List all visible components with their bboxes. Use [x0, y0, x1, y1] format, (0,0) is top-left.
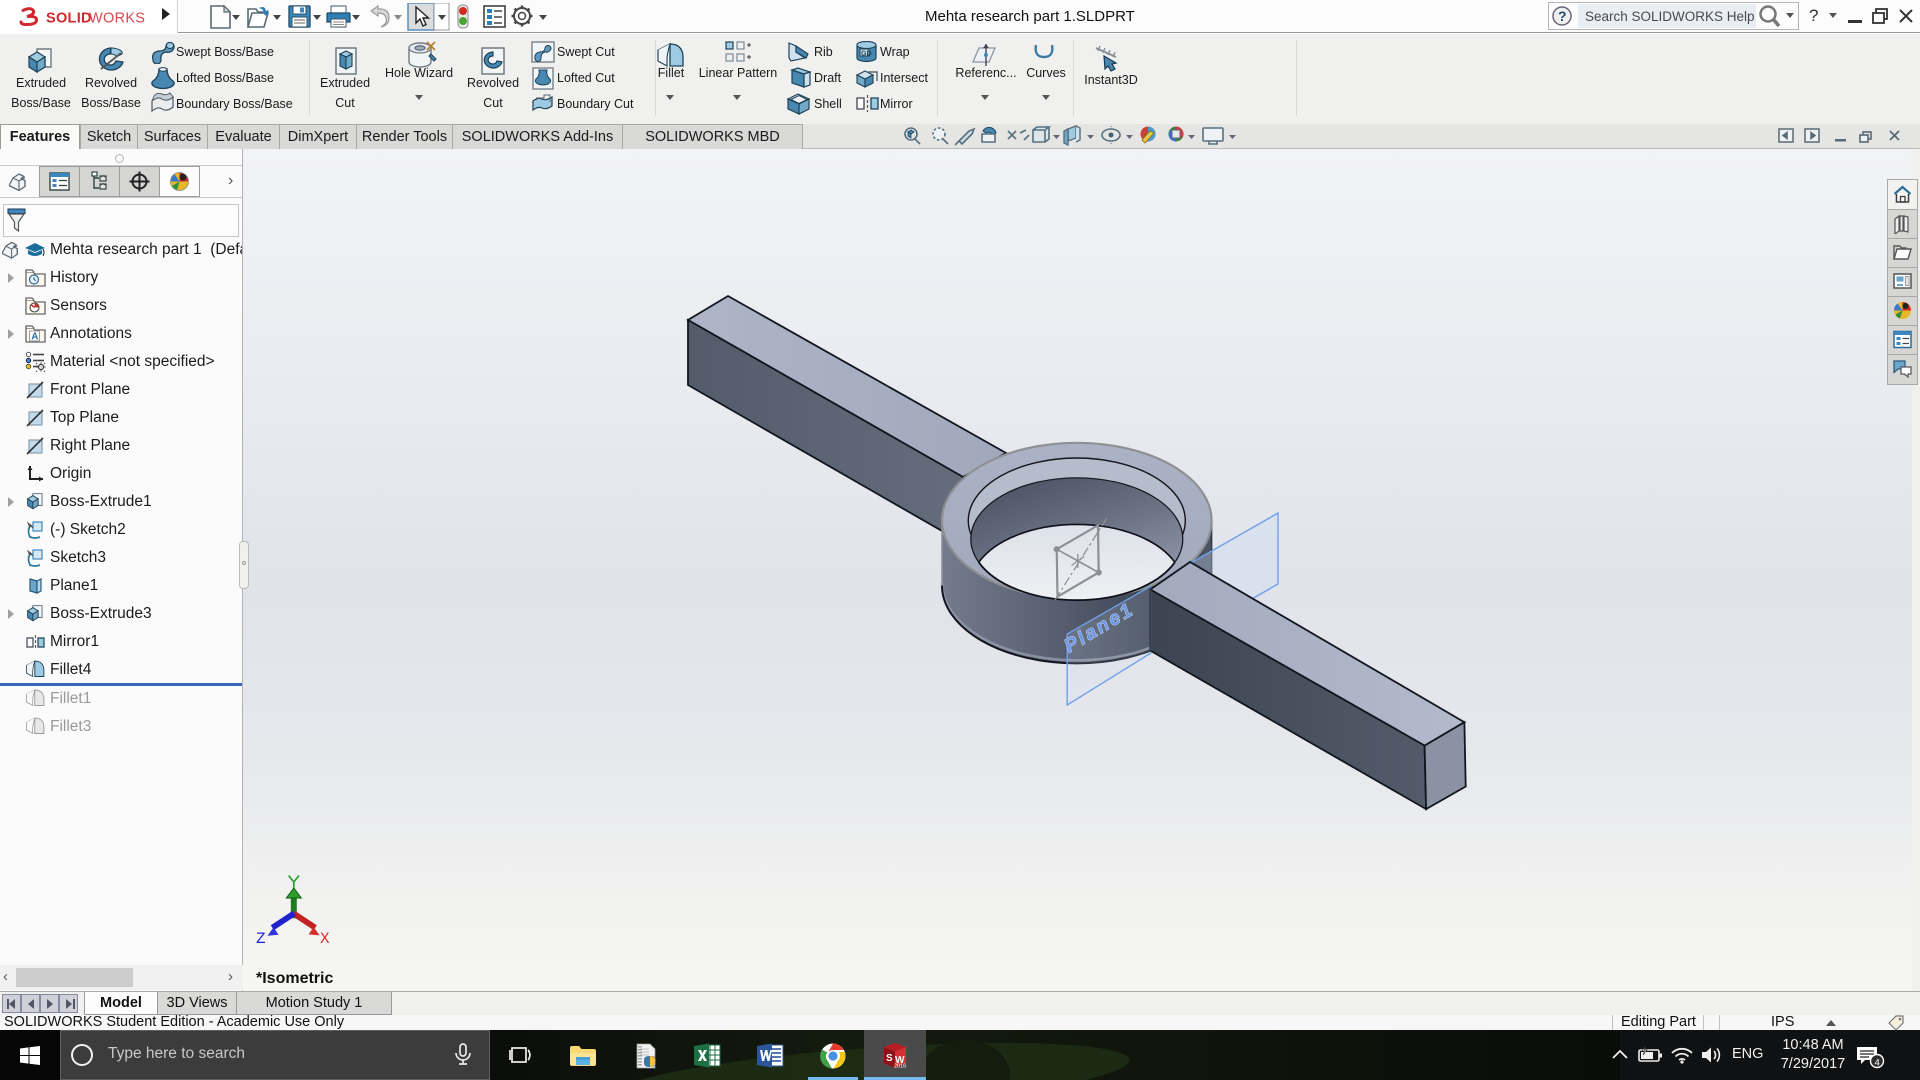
svg-text:SOLID: SOLID	[46, 11, 92, 27]
svg-text:GD: GD	[861, 51, 872, 58]
svg-text:A: A	[31, 332, 38, 343]
svg-text:S: S	[886, 1053, 893, 1064]
svg-text:X: X	[320, 930, 330, 948]
svg-text:*Isometric: *Isometric	[256, 970, 333, 987]
svg-text:Z: Z	[256, 930, 266, 948]
svg-text:?: ?	[1558, 8, 1567, 24]
svg-text:2016: 2016	[894, 1064, 906, 1070]
svg-text:4: 4	[1875, 1058, 1880, 1069]
svg-text:WORKS: WORKS	[89, 11, 145, 27]
